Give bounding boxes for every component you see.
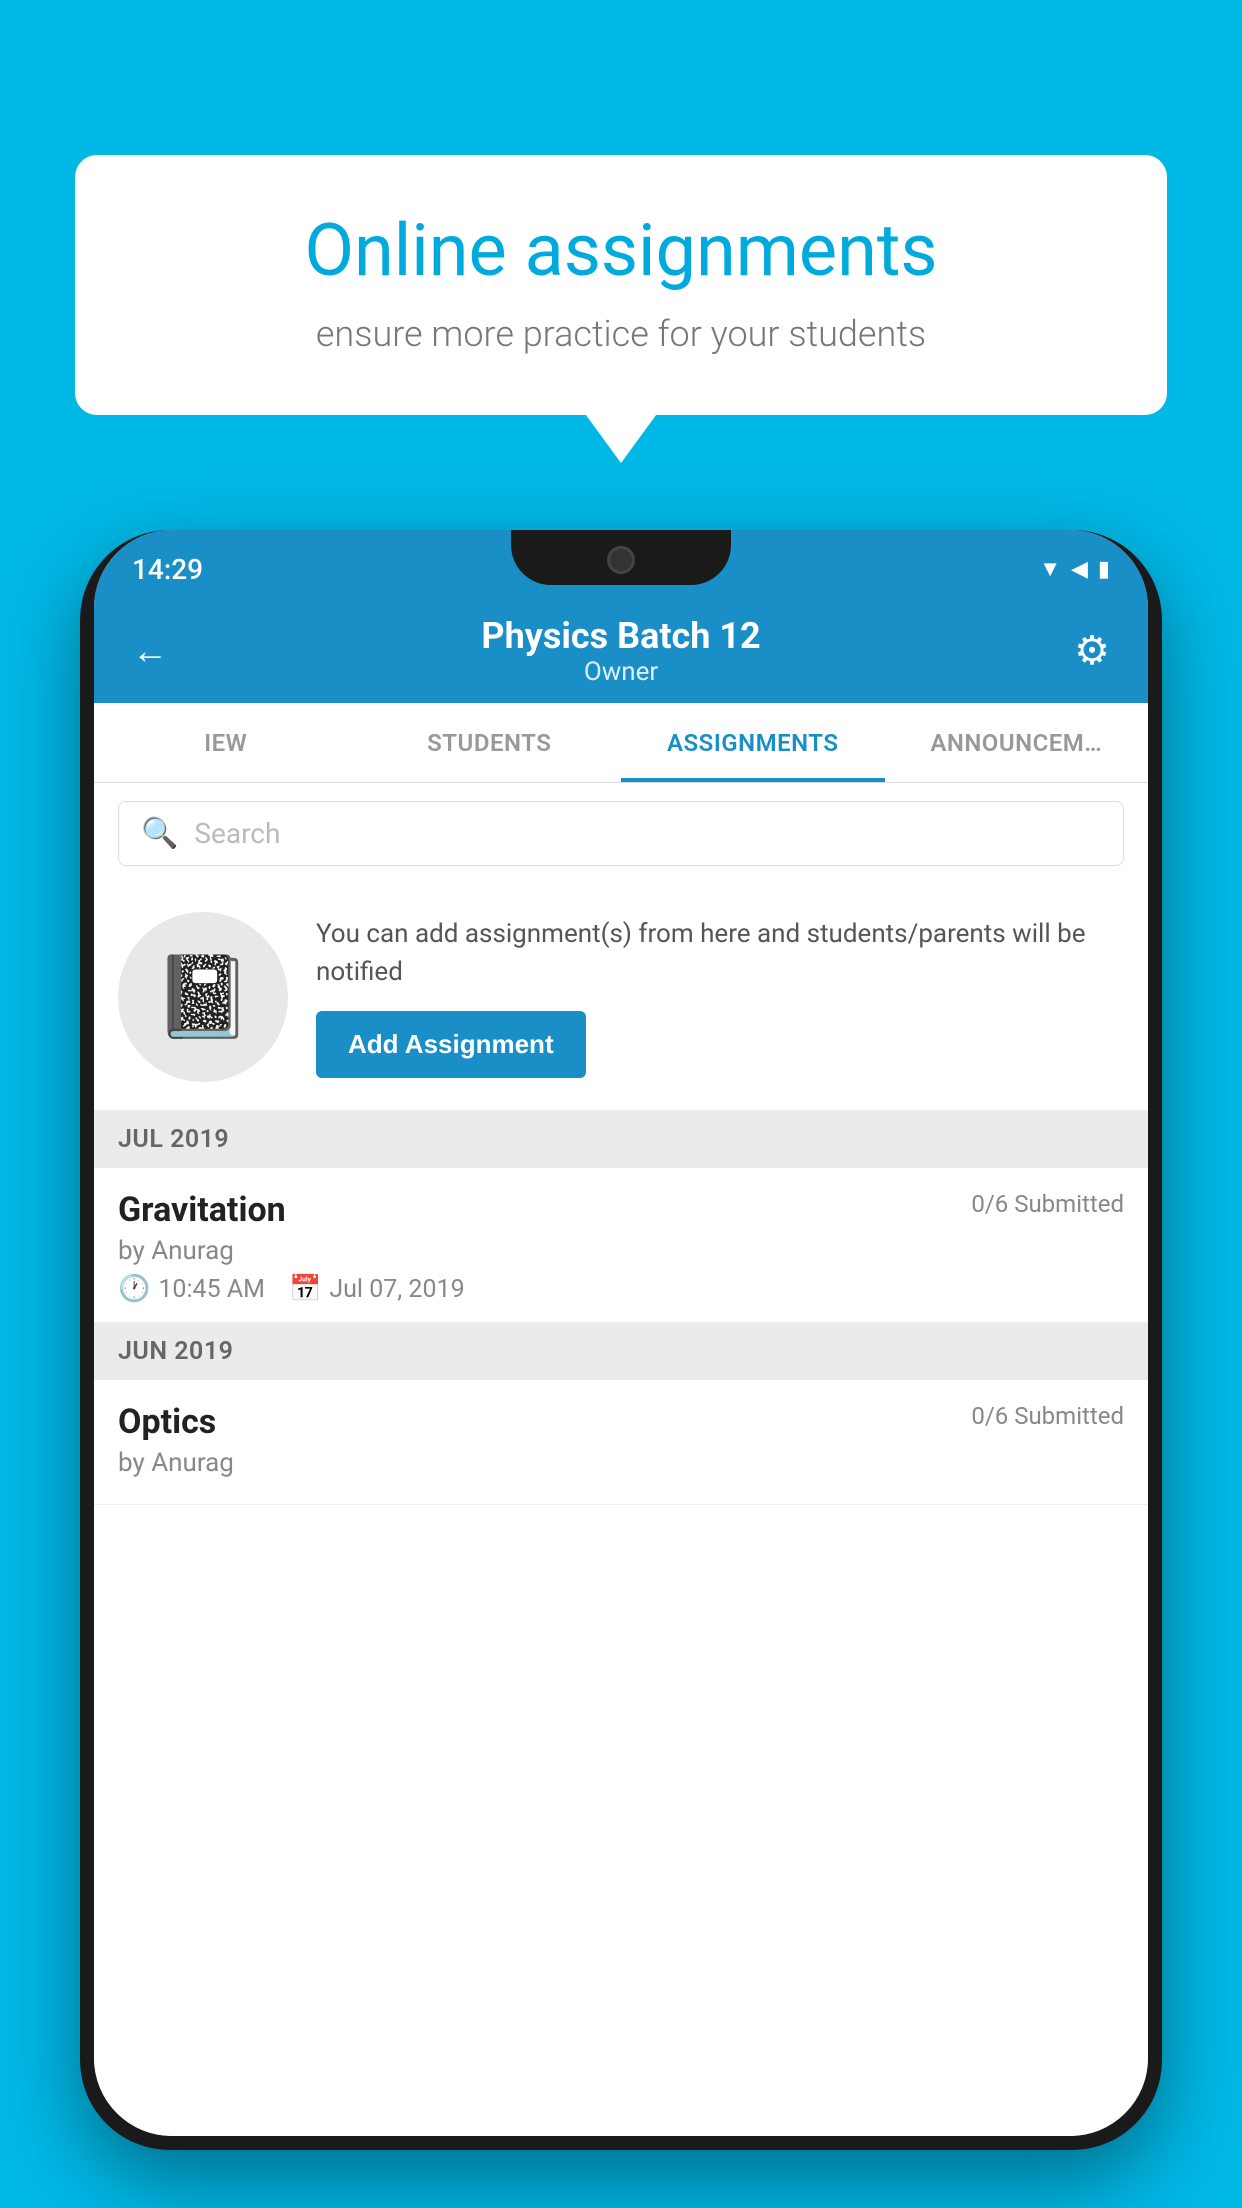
assignment-name: Optics — [118, 1402, 216, 1442]
status-time: 14:29 — [132, 553, 203, 586]
assignment-top-row: Gravitation 0/6 Submitted — [118, 1190, 1124, 1230]
promo-text-area: You can add assignment(s) from here and … — [316, 916, 1124, 1078]
assignment-top-row: Optics 0/6 Submitted — [118, 1402, 1124, 1442]
battery-icon: ▮ — [1098, 557, 1110, 582]
front-camera — [607, 546, 635, 574]
header-subtitle: Owner — [481, 657, 760, 687]
notebook-icon: 📓 — [153, 950, 253, 1044]
content-area: 🔍 Search 📓 You can add assignment(s) fro… — [94, 783, 1148, 2136]
app-header: ← Physics Batch 12 Owner ⚙ — [94, 598, 1148, 703]
calendar-icon: 📅 — [289, 1274, 321, 1304]
phone-frame: 14:29 ▼ ◀ ▮ ← Physics Batch 12 Owner ⚙ — [80, 530, 1162, 2150]
promo-icon-circle: 📓 — [118, 912, 288, 1082]
search-icon: 🔍 — [141, 816, 178, 851]
assignment-status: 0/6 Submitted — [971, 1402, 1124, 1430]
header-center: Physics Batch 12 Owner — [481, 615, 760, 687]
tab-assignments[interactable]: ASSIGNMENTS — [621, 703, 885, 782]
speech-bubble-title: Online assignments — [135, 210, 1107, 293]
table-row[interactable]: Gravitation 0/6 Submitted by Anurag 🕐 10… — [94, 1168, 1148, 1323]
header-title: Physics Batch 12 — [481, 615, 760, 657]
promo-description: You can add assignment(s) from here and … — [316, 916, 1124, 991]
status-icons: ▼ ◀ ▮ — [1039, 556, 1110, 582]
date-meta: 📅 Jul 07, 2019 — [289, 1274, 465, 1304]
speech-bubble: Online assignments ensure more practice … — [75, 155, 1167, 415]
assignment-by: by Anurag — [118, 1448, 1124, 1478]
signal-icon: ◀ — [1071, 557, 1088, 582]
assignment-status: 0/6 Submitted — [971, 1190, 1124, 1218]
back-button[interactable]: ← — [132, 630, 168, 672]
assignment-name: Gravitation — [118, 1190, 286, 1230]
assignment-by: by Anurag — [118, 1236, 1124, 1266]
settings-icon[interactable]: ⚙ — [1074, 627, 1110, 674]
assignment-meta: 🕐 10:45 AM 📅 Jul 07, 2019 — [118, 1274, 1124, 1304]
search-bar[interactable]: 🔍 Search — [118, 801, 1124, 866]
phone-container: 14:29 ▼ ◀ ▮ ← Physics Batch 12 Owner ⚙ — [80, 530, 1162, 2150]
section-jul-2019: JUL 2019 — [94, 1111, 1148, 1168]
assignment-time: 10:45 AM — [158, 1275, 265, 1304]
clock-icon: 🕐 — [118, 1274, 150, 1304]
add-assignment-button[interactable]: Add Assignment — [316, 1011, 586, 1078]
phone-notch — [511, 530, 731, 585]
time-meta: 🕐 10:45 AM — [118, 1274, 265, 1304]
speech-bubble-container: Online assignments ensure more practice … — [75, 155, 1167, 415]
tab-iew[interactable]: IEW — [94, 703, 358, 782]
search-container: 🔍 Search — [94, 783, 1148, 884]
promo-card: 📓 You can add assignment(s) from here an… — [94, 884, 1148, 1111]
tab-students[interactable]: STUDENTS — [358, 703, 622, 782]
speech-bubble-subtitle: ensure more practice for your students — [135, 313, 1107, 355]
tabs-container: IEW STUDENTS ASSIGNMENTS ANNOUNCEM… — [94, 703, 1148, 783]
tab-announcements[interactable]: ANNOUNCEM… — [885, 703, 1149, 782]
search-placeholder: Search — [194, 817, 280, 850]
assignment-date: Jul 07, 2019 — [329, 1275, 464, 1304]
table-row[interactable]: Optics 0/6 Submitted by Anurag — [94, 1380, 1148, 1505]
wifi-icon: ▼ — [1039, 556, 1061, 582]
section-jun-2019: JUN 2019 — [94, 1323, 1148, 1380]
phone-screen: 14:29 ▼ ◀ ▮ ← Physics Batch 12 Owner ⚙ — [94, 530, 1148, 2136]
